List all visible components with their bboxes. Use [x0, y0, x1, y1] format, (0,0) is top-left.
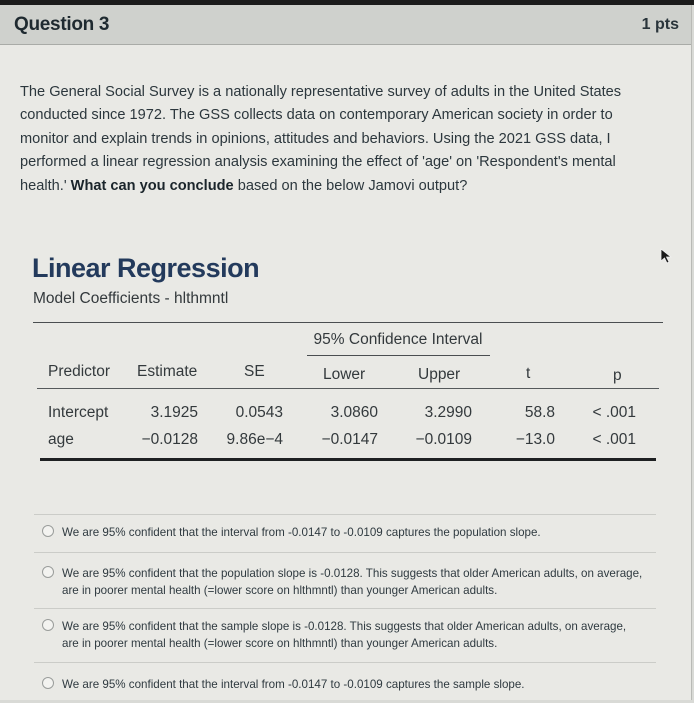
answer-label[interactable]: We are 95% confident that the interval f… [62, 524, 646, 541]
answer-label[interactable]: We are 95% confident that the population… [62, 565, 646, 599]
answer-option[interactable]: We are 95% confident that the interval f… [34, 662, 656, 703]
answer-option[interactable]: We are 95% confident that the sample slo… [34, 608, 656, 662]
column-header-t: t [526, 365, 531, 382]
cell-predictor: age [48, 431, 74, 448]
jamovi-subtitle: Model Coefficients - hlthmntl [33, 290, 229, 307]
answer-option[interactable]: We are 95% confident that the population… [34, 552, 656, 608]
answer-label[interactable]: We are 95% confident that the sample slo… [62, 618, 646, 652]
prompt-bold-text: What can you conclude [70, 177, 234, 194]
answer-options: We are 95% confident that the interval f… [34, 514, 656, 703]
radio-button-icon[interactable] [42, 566, 54, 578]
ci-header-rule [307, 355, 490, 356]
jamovi-output: Linear Regression Model Coefficients - h… [30, 253, 664, 461]
cell-se: 9.86e−4 [226, 431, 283, 448]
jamovi-title: Linear Regression [32, 253, 260, 283]
question-prompt: The General Social Survey is a nationall… [0, 45, 691, 198]
cell-lower: 3.0860 [330, 404, 378, 421]
radio-button-icon[interactable] [42, 525, 54, 537]
column-header-lower: Lower [323, 366, 366, 383]
question-card: Question 3 1 pts The General Social Surv… [0, 5, 692, 700]
answer-option[interactable]: We are 95% confident that the interval f… [34, 514, 656, 552]
column-header-p: p [613, 367, 622, 384]
cell-upper: −0.0109 [415, 431, 472, 448]
radio-button-icon[interactable] [42, 619, 54, 631]
answer-label[interactable]: We are 95% confident that the interval f… [62, 676, 646, 693]
column-header-predictor: Predictor [48, 363, 111, 380]
column-header-se: SE [244, 363, 265, 380]
table-bottom-rule [40, 458, 656, 461]
header-rule [37, 388, 659, 389]
column-header-estimate: Estimate [137, 363, 198, 380]
ci-header: 95% Confidence Interval [313, 331, 483, 348]
column-header-upper: Upper [418, 366, 461, 383]
cell-estimate: 3.1925 [150, 404, 198, 421]
cell-t: −13.0 [515, 431, 555, 448]
cell-p: < .001 [592, 431, 636, 448]
radio-button-icon[interactable] [42, 677, 54, 689]
question-header: Question 3 1 pts [0, 5, 691, 45]
cell-lower: −0.0147 [321, 431, 378, 448]
table-top-rule [33, 322, 663, 323]
question-points: 1 pts [641, 15, 679, 33]
prompt-text-end: based on the below Jamovi output? [233, 177, 468, 194]
cell-t: 58.8 [524, 404, 555, 421]
cell-upper: 3.2990 [424, 404, 472, 421]
cell-p: < .001 [592, 404, 636, 421]
question-title: Question 3 [14, 13, 110, 35]
cell-estimate: −0.0128 [141, 431, 198, 448]
mouse-pointer-icon [660, 248, 673, 264]
cell-predictor: Intercept [48, 404, 109, 421]
cell-se: 0.0543 [235, 404, 283, 421]
